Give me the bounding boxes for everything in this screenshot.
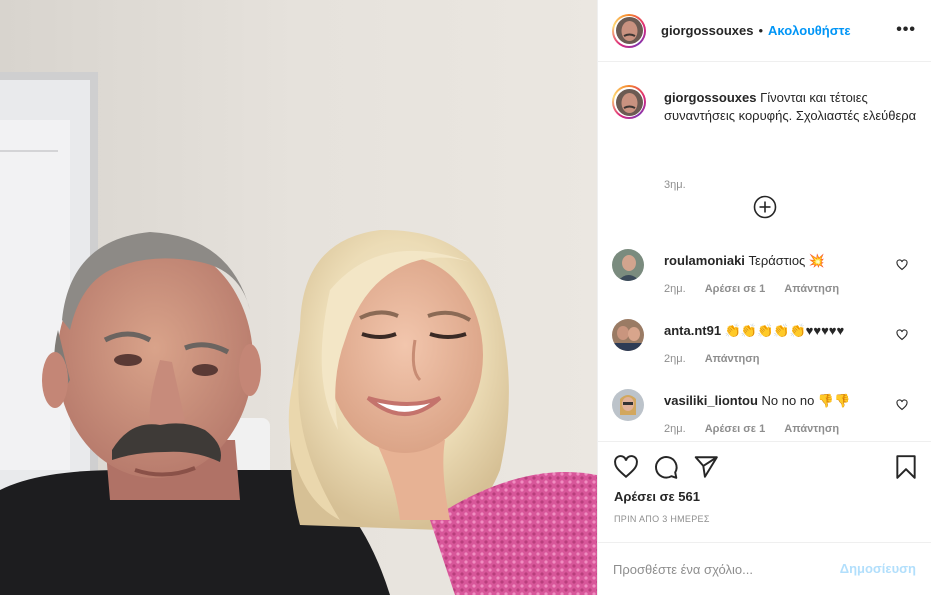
header-separator: • (758, 23, 764, 38)
heart-icon[interactable] (896, 399, 908, 411)
heart-icon[interactable] (896, 329, 908, 341)
post-photo[interactable] (0, 0, 597, 595)
comment-time[interactable]: 2ημ. (664, 353, 686, 365)
author-avatar-image (615, 17, 643, 44)
comment-text: No no no 👎👎 (761, 393, 851, 408)
comment-input[interactable] (613, 557, 833, 581)
commenter-avatar[interactable] (612, 319, 644, 351)
post-comment-button[interactable]: Δημοσίευση (840, 561, 916, 576)
comment-time[interactable]: 2ημ. (664, 423, 686, 435)
likes-count[interactable]: Αρέσει σε 561 (614, 489, 700, 504)
post-sidebar: giorgossouxes • Ακολουθήστε ••• giorgoss… (597, 0, 931, 595)
plus-circle-icon[interactable] (753, 195, 777, 219)
comment-bubble-icon[interactable] (653, 454, 679, 480)
reply-button[interactable]: Απάντηση (784, 423, 839, 435)
reply-button[interactable]: Απάντηση (784, 283, 839, 295)
comment-username[interactable]: anta.nt91 (664, 323, 721, 338)
commenter-avatar[interactable] (612, 249, 644, 281)
comment-likes[interactable]: Αρέσει σε 1 (705, 423, 766, 435)
caption-username[interactable]: giorgossouxes (664, 90, 756, 105)
comment-item: anta.nt91 👏👏👏👏👏♥♥♥♥♥ 2ημ. Απάντηση (612, 319, 922, 379)
heart-icon[interactable] (896, 259, 908, 271)
post-actions: Αρέσει σε 561 ΠΡΙΝ ΑΠΟ 3 ΗΜΕΡΕΣ (598, 441, 931, 542)
caption-avatar[interactable] (612, 85, 646, 119)
author-username[interactable]: giorgossouxes (661, 23, 753, 38)
post-date[interactable]: ΠΡΙΝ ΑΠΟ 3 ΗΜΕΡΕΣ (614, 514, 710, 524)
comment-username[interactable]: vasiliki_liontou (664, 393, 758, 408)
comment-username[interactable]: roulamoniaki (664, 253, 745, 268)
author-avatar[interactable] (612, 13, 646, 48)
caption-time[interactable]: 3ημ. (664, 179, 686, 191)
add-comment-bar: Δημοσίευση (598, 542, 931, 595)
selfie-image (0, 0, 597, 595)
more-options-icon[interactable]: ••• (896, 21, 916, 39)
comment-text: Τεράστιος 💥 (748, 253, 826, 268)
comment-text: 👏👏👏👏👏♥♥♥♥♥ (724, 323, 845, 338)
share-send-icon[interactable] (693, 454, 719, 480)
post-header: giorgossouxes • Ακολουθήστε ••• (598, 0, 931, 62)
comment-time[interactable]: 2ημ. (664, 283, 686, 295)
commenter-avatar[interactable] (612, 389, 644, 421)
like-heart-icon[interactable] (613, 454, 639, 480)
comment-item: vasiliki_liontou No no no 👎👎 2ημ. Αρέσει… (612, 389, 922, 441)
reply-button[interactable]: Απάντηση (705, 353, 760, 365)
follow-button[interactable]: Ακολουθήστε (768, 23, 851, 38)
comment-likes[interactable]: Αρέσει σε 1 (705, 283, 766, 295)
bookmark-icon[interactable] (893, 454, 919, 480)
comments-list[interactable]: giorgossouxes Γίνονται και τέτοιες συναν… (598, 63, 931, 441)
instagram-post-modal: giorgossouxes • Ακολουθήστε ••• giorgoss… (0, 0, 931, 595)
comment-item: roulamoniaki Τεράστιος 💥 2ημ. Αρέσει σε … (612, 249, 922, 309)
